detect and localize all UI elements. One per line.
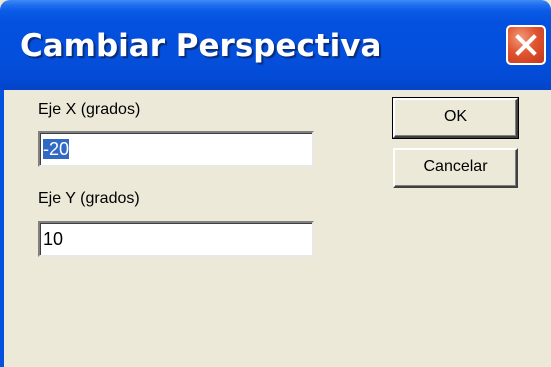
y-axis-input[interactable]: 10 — [38, 221, 314, 257]
close-button[interactable] — [506, 25, 546, 65]
x-axis-value: -20 — [43, 139, 70, 159]
cancel-button[interactable]: Cancelar — [393, 148, 518, 188]
window-title: Cambiar Perspectiva — [20, 28, 382, 64]
y-axis-label: Eje Y (grados) — [38, 190, 140, 207]
window-frame-left — [0, 90, 4, 367]
y-axis-value: 10 — [43, 229, 64, 249]
dialog-window: Cambiar Perspectiva Eje X (grados) -20 E… — [0, 0, 551, 367]
title-bar[interactable]: Cambiar Perspectiva — [0, 0, 551, 90]
ok-button[interactable]: OK — [392, 97, 519, 139]
x-axis-label: Eje X (grados) — [38, 101, 141, 118]
close-icon — [515, 34, 537, 56]
x-axis-input[interactable]: -20 — [38, 131, 314, 167]
